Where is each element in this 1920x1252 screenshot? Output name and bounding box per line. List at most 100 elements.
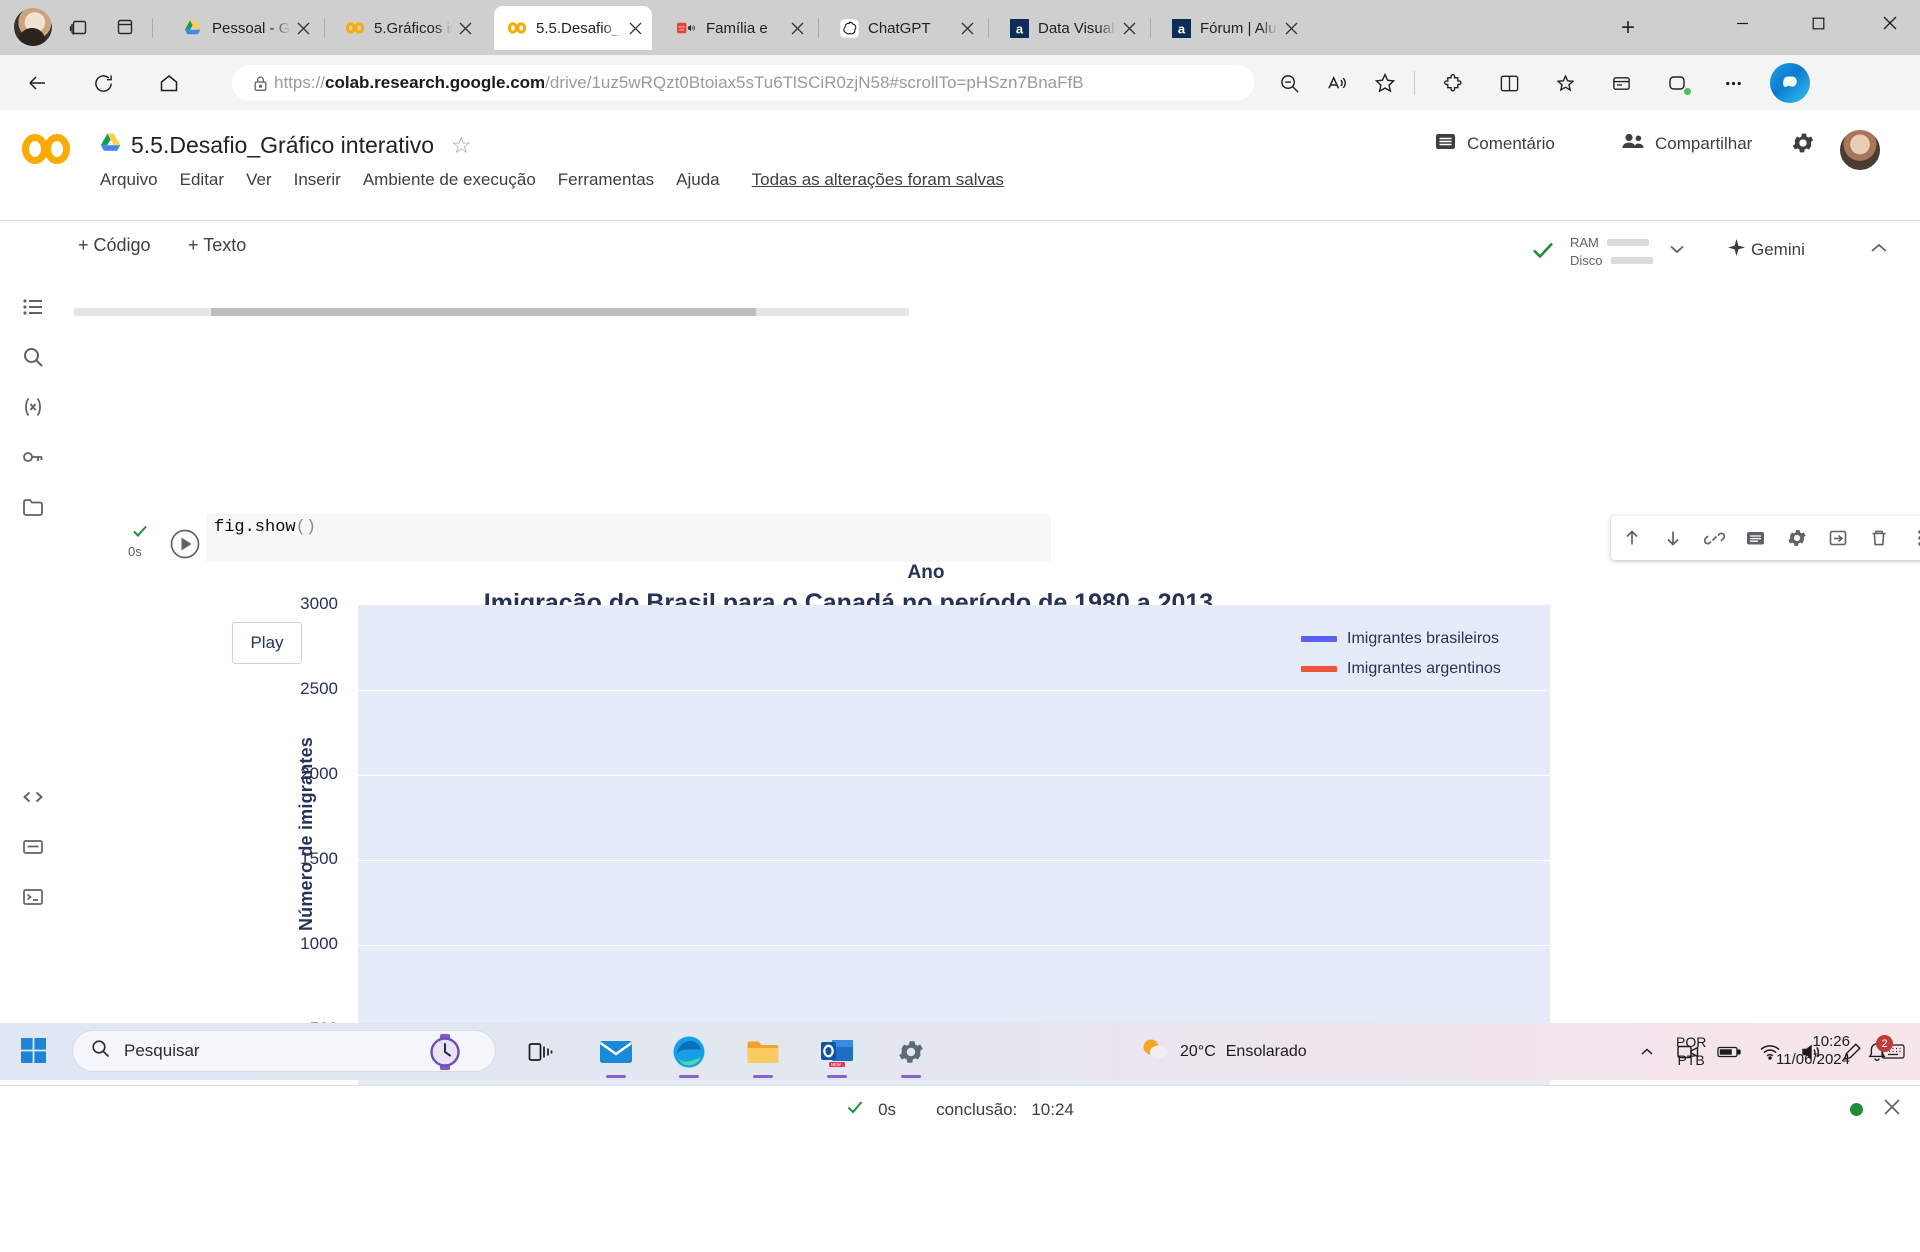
mirror-cell-icon[interactable]: [1823, 523, 1853, 553]
chart-legend[interactable]: Imigrantes brasileiros Imigrantes argenti…: [1301, 630, 1501, 690]
disk-bar: [1610, 257, 1653, 264]
tray-battery-icon[interactable]: [1716, 1039, 1742, 1065]
chart-gridline: [358, 775, 1550, 776]
sidebar-item-terminal[interactable]: [14, 878, 52, 916]
taskbar-app-edge[interactable]: [668, 1031, 710, 1078]
sidebar-item-files[interactable]: [14, 488, 52, 526]
cell-more-options-icon[interactable]: [1905, 523, 1920, 553]
copilot-badge-icon[interactable]: [1660, 66, 1694, 100]
code-cell[interactable]: fig.show(): [206, 514, 1051, 562]
move-cell-down-icon[interactable]: [1658, 523, 1688, 553]
sidebar-item-secrets[interactable]: [14, 438, 52, 476]
settings-gear-button[interactable]: [1790, 130, 1816, 156]
browser-essentials-icon[interactable]: [1604, 66, 1638, 100]
address-bar[interactable]: https://colab.research.google.com/drive/…: [232, 65, 1254, 101]
share-button[interactable]: Compartilhar: [1620, 130, 1752, 158]
status-close-icon[interactable]: [1882, 1097, 1902, 1123]
tab-close-icon[interactable]: [1278, 15, 1304, 41]
legend-color-swatch: [1301, 666, 1337, 672]
chevron-down-icon[interactable]: [1667, 239, 1687, 264]
taskbar-app-task-view[interactable]: [520, 1031, 562, 1073]
move-cell-up-icon[interactable]: [1617, 523, 1647, 553]
sidebar-item-search[interactable]: [14, 338, 52, 376]
menu-item-inserir[interactable]: Inserir: [294, 170, 341, 190]
sidebar-item-variables[interactable]: [14, 388, 52, 426]
read-aloud-icon[interactable]: [1320, 66, 1354, 100]
taskbar-app-mail[interactable]: [595, 1031, 637, 1078]
menu-item-ver[interactable]: Ver: [246, 170, 272, 190]
legend-item[interactable]: Imigrantes argentinos: [1301, 660, 1501, 678]
taskbar-weather-widget[interactable]: 20°C Ensolarado: [1140, 1036, 1307, 1067]
collections-icon[interactable]: [1548, 66, 1582, 100]
cell-settings-gear-icon[interactable]: [1782, 523, 1812, 553]
browser-profile-avatar[interactable]: [14, 8, 52, 46]
home-icon[interactable]: [152, 66, 186, 100]
tab-close-icon[interactable]: [452, 15, 478, 41]
tab-close-icon[interactable]: [1116, 15, 1142, 41]
browser-tab[interactable]: a Fórum | Alura: [1158, 6, 1308, 50]
animation-play-button[interactable]: Play: [232, 622, 302, 664]
comment-cell-icon[interactable]: [1740, 523, 1770, 553]
add-code-cell-button[interactable]: + Código: [78, 235, 151, 256]
delete-cell-icon[interactable]: [1864, 523, 1894, 553]
sidebar-item-commands[interactable]: [14, 828, 52, 866]
weather-description: Ensolarado: [1225, 1042, 1307, 1060]
browser-tab[interactable]: 5.Gráficos int: [332, 6, 482, 50]
document-title-row[interactable]: 5.5.Desafio_Gráfico interativo ☆: [100, 132, 472, 159]
tab-close-icon[interactable]: [784, 15, 810, 41]
sidebar-item-table-of-contents[interactable]: [14, 288, 52, 326]
menu-item-arquivo[interactable]: Arquivo: [100, 170, 158, 190]
window-close-button[interactable]: [1860, 0, 1920, 46]
start-button-icon[interactable]: [14, 1032, 54, 1070]
favorite-star-icon[interactable]: [1368, 66, 1402, 100]
execution-status-bar: 0s conclusão: 10:24: [0, 1085, 1920, 1133]
tab-vertical-layout-icon[interactable]: [108, 10, 142, 44]
tab-collections-icon[interactable]: [62, 10, 96, 44]
colab-logo-icon[interactable]: [20, 128, 72, 170]
tray-chevron-up-icon[interactable]: [1634, 1039, 1660, 1065]
sidebar-item-code-snippets[interactable]: [14, 778, 52, 816]
taskbar-search-label: Pesquisar: [124, 1041, 200, 1060]
refresh-icon[interactable]: [86, 66, 120, 100]
new-tab-button[interactable]: +: [1612, 12, 1644, 44]
add-text-cell-button[interactable]: + Texto: [188, 235, 246, 256]
tab-close-icon[interactable]: [622, 15, 648, 41]
legend-item[interactable]: Imigrantes brasileiros: [1301, 630, 1501, 648]
browser-tab[interactable]: Pessoal - Goo: [170, 6, 320, 50]
browser-tab[interactable]: a Data Visualiz: [996, 6, 1146, 50]
window-maximize-button[interactable]: [1788, 0, 1848, 46]
split-screen-icon[interactable]: [1492, 66, 1526, 100]
menu-item-ferramentas[interactable]: Ferramentas: [558, 170, 654, 190]
user-avatar[interactable]: [1838, 128, 1882, 172]
back-icon[interactable]: [20, 66, 54, 100]
saved-status-text[interactable]: Todas as alterações foram salvas: [752, 170, 1004, 190]
menu-item-ambiente-de-execucao[interactable]: Ambiente de execução: [363, 170, 536, 190]
comment-button[interactable]: Comentário: [1434, 130, 1555, 158]
browser-tab[interactable]: ChatGPT: [826, 6, 984, 50]
code-scrollbar-thumb[interactable]: [211, 308, 756, 316]
window-minimize-button[interactable]: [1712, 0, 1772, 46]
comment-label: Comentário: [1467, 134, 1555, 153]
menu-item-ajuda[interactable]: Ajuda: [676, 170, 719, 190]
taskbar-app-file-explorer[interactable]: [742, 1031, 784, 1078]
menu-item-editar[interactable]: Editar: [180, 170, 224, 190]
taskbar-app-clock[interactable]: [424, 1031, 466, 1073]
taskbar-app-outlook[interactable]: NEW: [816, 1031, 858, 1078]
copilot-icon[interactable]: [1770, 63, 1810, 103]
browser-tab[interactable]: globo play Família e: [664, 6, 814, 50]
resource-meters[interactable]: RAM Disco: [1570, 235, 1687, 268]
taskbar-app-settings[interactable]: [890, 1031, 932, 1078]
taskbar-language-indicator[interactable]: POR PTB: [1676, 1033, 1706, 1069]
link-cell-icon[interactable]: [1699, 523, 1729, 553]
gemini-button[interactable]: Gemini: [1728, 239, 1805, 261]
collapse-toolbar-icon[interactable]: [1868, 237, 1890, 264]
tab-close-icon[interactable]: [954, 15, 980, 41]
browser-tab[interactable]: 5.5.Desafio_G: [494, 6, 652, 50]
star-icon[interactable]: ☆: [451, 132, 472, 159]
browser-settings-more-icon[interactable]: [1716, 66, 1750, 100]
run-cell-button[interactable]: [165, 524, 205, 564]
extensions-icon[interactable]: [1436, 66, 1470, 100]
tab-close-icon[interactable]: [290, 15, 316, 41]
taskbar-clock[interactable]: 10:26 11/06/2024: [1740, 1033, 1850, 1069]
zoom-out-icon[interactable]: [1272, 66, 1306, 100]
